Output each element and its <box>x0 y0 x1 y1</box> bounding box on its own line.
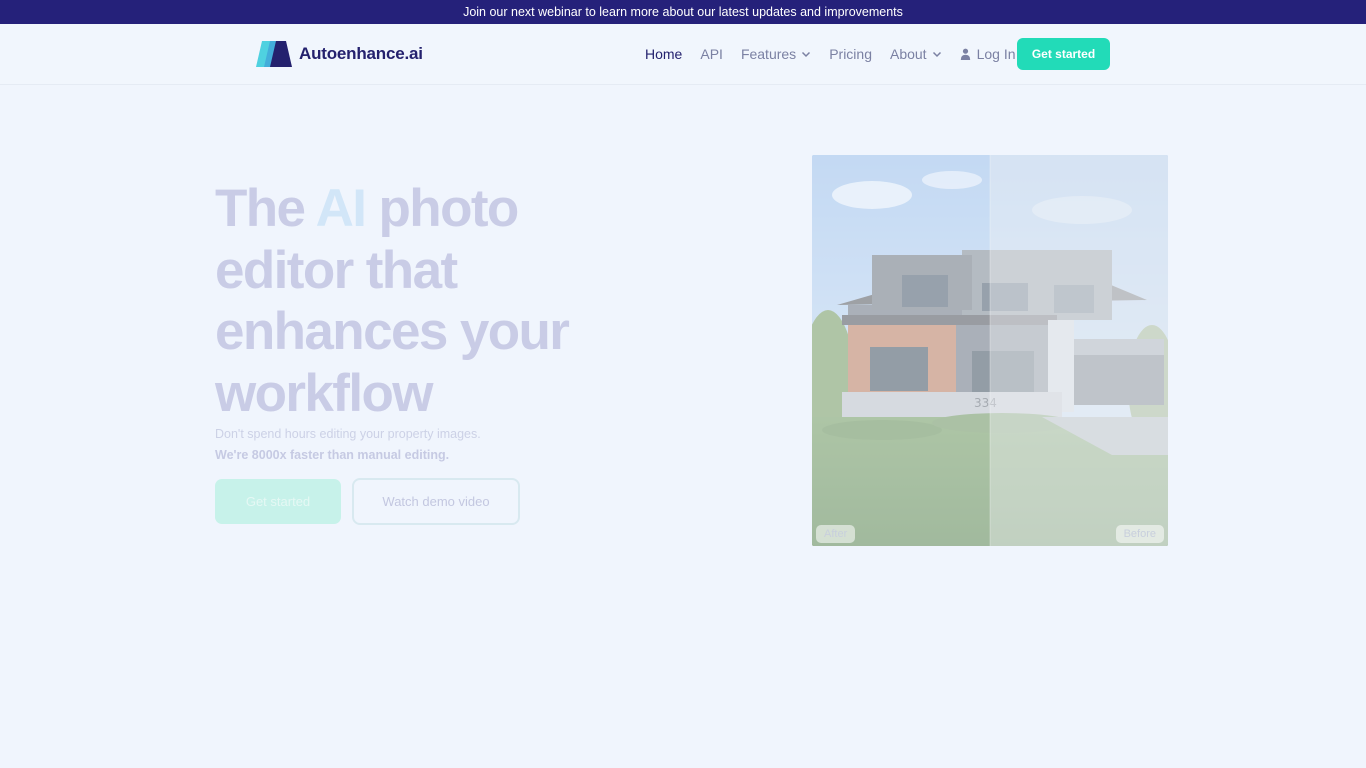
get-started-hero-button[interactable]: Get started <box>215 479 341 524</box>
nav-api-label: API <box>700 46 723 62</box>
before-label: Before <box>1115 525 1164 543</box>
nav-home[interactable]: Home <box>645 46 682 62</box>
nav-pricing[interactable]: Pricing <box>829 46 872 62</box>
comparison-slider-handle[interactable] <box>989 155 991 546</box>
person-icon <box>960 48 970 60</box>
nav-pricing-label: Pricing <box>829 46 872 62</box>
announcement-text[interactable]: Join our next webinar to learn more abou… <box>463 5 903 19</box>
nav-home-label: Home <box>645 46 683 62</box>
nav-about[interactable]: About <box>890 46 942 62</box>
nav-about-label: About <box>889 46 927 62</box>
hero-title-start: The <box>215 179 316 238</box>
nav-features[interactable]: Features <box>741 46 811 62</box>
before-after-comparison[interactable]: 334 After Before <box>812 155 1168 546</box>
chevron-down-icon <box>932 51 941 58</box>
login-label: Log In <box>976 46 1016 62</box>
login-link[interactable]: Log In <box>960 46 1016 62</box>
before-overlay <box>990 155 1168 546</box>
after-label: After <box>816 525 856 543</box>
logo-icon <box>256 41 292 67</box>
hero-title: The AI photo editor that enhances your w… <box>215 178 595 424</box>
nav-api[interactable]: API <box>700 46 723 62</box>
watch-demo-button[interactable]: Watch demo video <box>352 478 520 525</box>
nav-features-label: Features <box>740 46 797 62</box>
chevron-down-icon <box>802 51 811 58</box>
announcement-banner[interactable]: Join our next webinar to learn more abou… <box>0 0 1366 24</box>
main-nav: Home API Features Pricing About Log In <box>645 38 1034 70</box>
navbar: Autoenhance.ai Home API Features Pricing… <box>0 24 1366 85</box>
hero-subtitle: Don't spend hours editing your property … <box>215 427 481 441</box>
hero-subtitle-bold: We're 8000x faster than manual editing. <box>215 448 450 462</box>
logo[interactable]: Autoenhance.ai <box>256 39 423 69</box>
hero-title-accent: AI <box>315 179 367 238</box>
brand-name: Autoenhance.ai <box>299 44 423 63</box>
get-started-nav-button[interactable]: Get started <box>1017 38 1110 70</box>
